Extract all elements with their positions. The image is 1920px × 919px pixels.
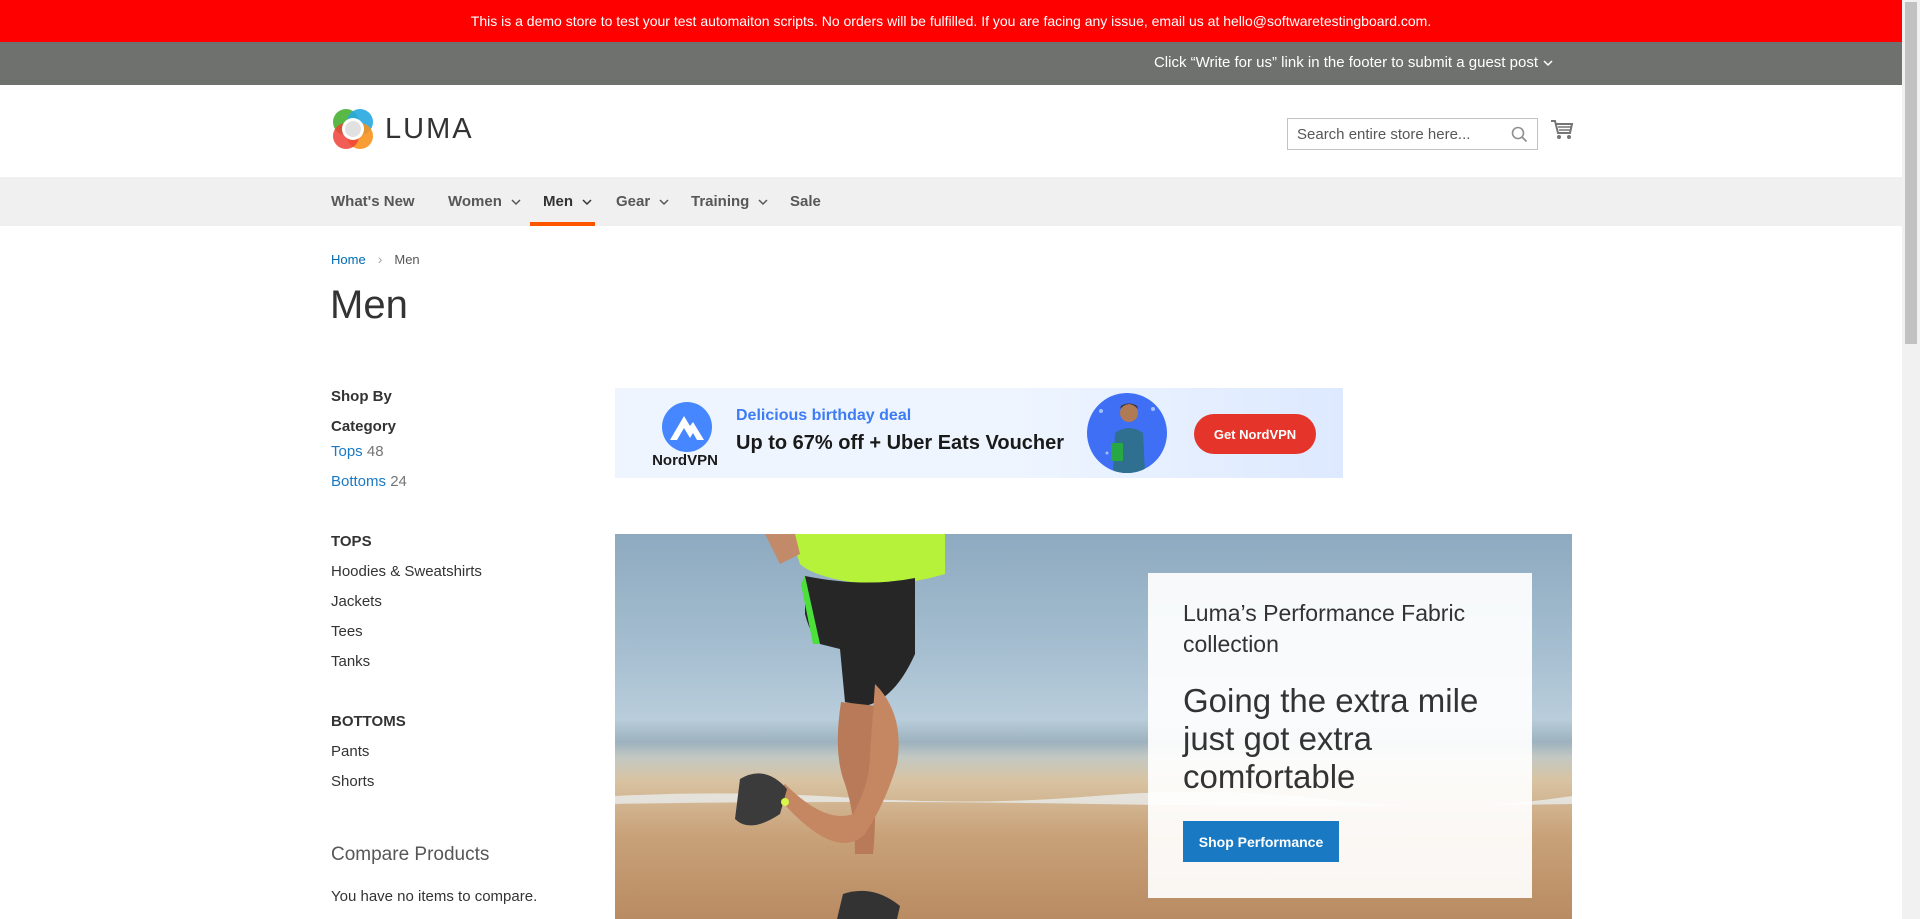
category-link-shorts[interactable]: Shorts <box>331 773 374 790</box>
scrollbar-thumb[interactable] <box>1905 2 1917 344</box>
luma-logo-icon <box>333 109 373 149</box>
chevron-down-icon <box>758 198 768 205</box>
logo-text: LUMA <box>385 112 474 145</box>
breadcrumb-current: Men <box>394 251 420 267</box>
compare-products-title: Compare Products <box>331 844 490 865</box>
filter-count: 48 <box>366 443 384 460</box>
hero-title: Going the extra mile just got extra comf… <box>1183 682 1479 795</box>
ad-brand: NordVPN <box>652 452 718 469</box>
guest-post-text: Click “Write for us” link in the footer … <box>1153 54 1538 71</box>
main-nav: What's New Women Men Gear Training Sale <box>0 177 1902 226</box>
nav-label: What's New <box>331 193 415 210</box>
guest-post-bar: Click “Write for us” link in the footer … <box>0 42 1902 85</box>
ad-headline: Up to 67% off + Uber Eats Voucher <box>736 432 1065 454</box>
shopping-cart-icon[interactable] <box>1550 119 1574 141</box>
category-link-tanks[interactable]: Tanks <box>331 653 370 670</box>
breadcrumb: Home › Men <box>331 251 420 267</box>
nordvpn-logo: NordVPN <box>635 400 735 470</box>
nav-label: Men <box>543 193 573 210</box>
filter-count: 24 <box>390 473 407 490</box>
demo-notice-text: This is a demo store to test your test a… <box>470 13 1432 29</box>
breadcrumb-separator: › <box>377 251 383 267</box>
hero-content-panel: Luma’s Performance Fabric collection Goi… <box>1148 573 1532 898</box>
category-heading: Category <box>331 418 397 435</box>
category-link-jackets[interactable]: Jackets <box>331 593 382 610</box>
chevron-down-icon <box>582 198 592 205</box>
category-link-pants[interactable]: Pants <box>331 743 369 760</box>
nav-sale[interactable]: Sale <box>790 177 821 226</box>
page-scrollbar[interactable] <box>1902 0 1920 919</box>
nav-whats-new[interactable]: What's New <box>331 177 415 226</box>
nav-women[interactable]: Women <box>448 177 522 226</box>
nordvpn-mountain-icon <box>662 402 712 452</box>
search-box <box>1287 118 1538 150</box>
category-link-tees[interactable]: Tees <box>331 623 363 640</box>
category-filter-bottoms[interactable]: Bottoms 24 <box>331 473 407 490</box>
ad-person-image <box>1087 393 1167 473</box>
demo-notice-bar: This is a demo store to test your test a… <box>0 0 1902 42</box>
search-input[interactable] <box>1288 119 1498 149</box>
nav-label: Sale <box>790 193 821 210</box>
nav-active-indicator <box>530 222 595 226</box>
tops-heading: TOPS <box>331 533 372 550</box>
hero-banner: Luma’s Performance Fabric collection Goi… <box>615 534 1572 919</box>
nav-gear[interactable]: Gear <box>616 177 670 226</box>
nav-training[interactable]: Training <box>691 177 769 226</box>
filter-label: Bottoms <box>331 473 387 490</box>
chevron-down-icon <box>1543 59 1553 66</box>
ad-eyebrow: Delicious birthday deal <box>736 407 912 424</box>
compare-empty-message: You have no items to compare. <box>331 888 538 905</box>
shop-by-heading: Shop By <box>331 388 392 405</box>
luma-logo-link[interactable]: LUMA <box>331 107 474 151</box>
site-header: LUMA <box>0 85 1902 177</box>
category-filter-tops[interactable]: Tops 48 <box>331 443 384 460</box>
nav-men[interactable]: Men <box>543 177 593 226</box>
hero-subtitle: Luma’s Performance Fabric collection <box>1183 600 1466 657</box>
ad-cta-button[interactable]: Get NordVPN <box>1194 414 1316 454</box>
page-title: Men <box>330 283 408 327</box>
chevron-down-icon <box>511 198 521 205</box>
nav-label: Gear <box>616 193 651 210</box>
breadcrumb-home-link[interactable]: Home <box>331 252 366 267</box>
nav-label: Training <box>691 193 750 210</box>
search-icon[interactable] <box>1511 126 1528 143</box>
filter-label: Tops <box>331 443 363 460</box>
shop-performance-button[interactable]: Shop Performance <box>1183 821 1339 862</box>
ad-banner[interactable]: NordVPN Delicious birthday deal Up to 67… <box>615 388 1343 478</box>
category-link-hoodies[interactable]: Hoodies & Sweatshirts <box>331 563 482 580</box>
chevron-down-icon <box>659 198 669 205</box>
bottoms-heading: BOTTOMS <box>331 713 406 730</box>
nav-label: Women <box>448 193 502 210</box>
guest-post-toggle[interactable]: Click “Write for us” link in the footer … <box>1154 54 1554 71</box>
